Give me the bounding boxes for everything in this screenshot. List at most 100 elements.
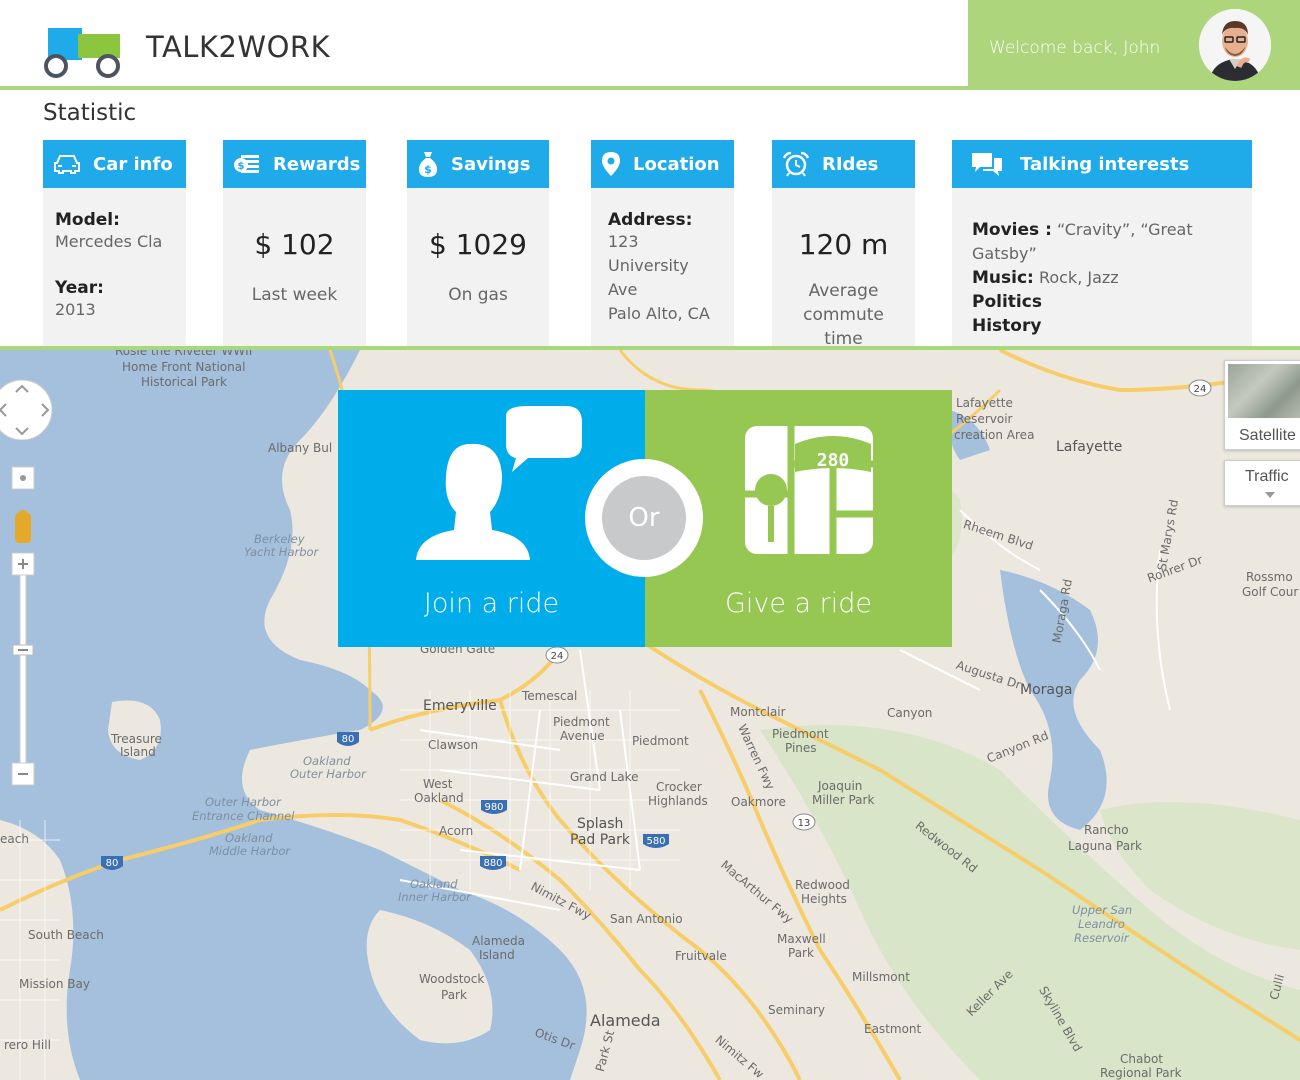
talking-interests-header[interactable]: Talking interests xyxy=(952,140,1252,188)
rides-title: RIdes xyxy=(822,153,879,175)
map-label: creation Area xyxy=(954,428,1035,442)
map-label: Piedmont xyxy=(553,715,610,729)
map-label: Rosie the Riveter WWII xyxy=(115,350,253,358)
or-divider: Or xyxy=(585,459,703,577)
truck-logo-icon[interactable] xyxy=(42,24,124,80)
map-label: Canyon xyxy=(887,706,933,720)
address-line-3: Palo Alto, CA xyxy=(608,304,710,323)
satellite-button[interactable]: Satellite xyxy=(1224,360,1300,450)
rewards-title: Rewards xyxy=(273,153,361,175)
map-label: Outer Harbor xyxy=(205,795,281,809)
map-label: Grand Lake xyxy=(570,770,639,784)
map-label: Montclair xyxy=(730,705,786,719)
map-label: Park xyxy=(788,946,814,960)
map-label: Regional Park xyxy=(1100,1066,1182,1080)
map-label: Oakland xyxy=(225,831,273,845)
model-value: Mercedes Cla xyxy=(55,232,163,251)
join-ride-label: Join a ride xyxy=(423,588,560,619)
talking-interests-title: Talking interests xyxy=(1020,153,1190,175)
zoom-control[interactable] xyxy=(10,465,36,795)
map-label: Clawson xyxy=(428,738,479,752)
movies-label: Movies : xyxy=(972,220,1052,240)
car-info-card: Car info Model: Mercedes Cla Year: 2013 xyxy=(43,140,186,346)
map-label: Alameda xyxy=(590,1011,661,1030)
interest-politics: Politics xyxy=(972,292,1042,312)
rewards-header[interactable]: $ Rewards xyxy=(223,140,366,188)
rides-header[interactable]: RIdes xyxy=(772,140,915,188)
map-pin-icon xyxy=(602,152,620,176)
map-label: Treasure xyxy=(111,732,162,746)
map-label: Pad Park xyxy=(570,832,630,848)
address-line-1: 123 xyxy=(608,232,639,251)
map-label: Millsmont xyxy=(852,970,910,984)
car-info-header[interactable]: Car info xyxy=(43,140,186,188)
app-header: TALK2WORK Welcome back, John xyxy=(0,0,1300,86)
music-value: Rock, Jazz xyxy=(1038,268,1119,287)
map-label: Lafayette xyxy=(956,396,1013,410)
map-label: Lafayette xyxy=(1056,439,1123,455)
car-info-title: Car info xyxy=(93,153,173,175)
avatar[interactable] xyxy=(1199,9,1271,81)
savings-card: $ Savings $ 1029 On gas xyxy=(407,140,549,346)
map-label: Alameda xyxy=(472,934,525,948)
brand-name: TALK2WORK xyxy=(146,30,331,64)
user-panel[interactable]: Welcome back, John xyxy=(968,0,1300,86)
map-label: Entrance Channel xyxy=(192,809,295,823)
map-label: Highlands xyxy=(648,794,708,808)
map-label: Upper San xyxy=(1072,903,1133,917)
location-header[interactable]: Location xyxy=(591,140,734,188)
traffic-button[interactable]: Traffic xyxy=(1224,460,1300,506)
map-label: Fruitvale xyxy=(675,949,727,963)
year-label: Year: xyxy=(55,278,104,298)
money-icon: $ xyxy=(234,155,259,173)
map-label: Outer Harbor xyxy=(290,767,366,781)
map-label: Redwood xyxy=(795,878,850,892)
map-label: Historical Park xyxy=(141,375,227,389)
savings-caption: On gas xyxy=(448,285,508,305)
rewards-card: $ Rewards $ 102 Last week xyxy=(223,140,366,346)
map-label: Yacht Harbor xyxy=(244,545,319,559)
map-label: Eastmont xyxy=(864,1022,922,1036)
map-label: Middle Harbor xyxy=(209,844,291,858)
map-label: Inner Harbor xyxy=(398,890,471,904)
map-label: Crocker xyxy=(656,780,702,794)
savings-header[interactable]: $ Savings xyxy=(407,140,549,188)
map-label: Emeryville xyxy=(423,698,497,714)
location-card: Location Address: 123 University Ave Pal… xyxy=(591,140,734,346)
map-label: Piedmont xyxy=(772,727,829,741)
year-value: 2013 xyxy=(55,300,96,319)
svg-text:$: $ xyxy=(424,163,432,176)
pan-control[interactable] xyxy=(0,378,56,441)
map-label: Temescal xyxy=(522,689,578,703)
map-label: Pines xyxy=(785,741,817,755)
map-label: Heights xyxy=(801,892,847,906)
map-label: Albany Bul xyxy=(268,441,333,455)
rewards-caption: Last week xyxy=(251,285,338,305)
map-label: West xyxy=(423,777,453,791)
map-label: Oakland xyxy=(303,754,351,768)
rides-caption-line-2: commute time xyxy=(803,305,884,349)
give-ride-label: Give a ride xyxy=(724,588,873,619)
map-label: Home Front National xyxy=(122,360,246,374)
map-label: San Antonio xyxy=(610,912,683,926)
map-label: Island xyxy=(479,948,515,962)
map-label: Woodstock xyxy=(419,972,485,986)
map-label: Oakmore xyxy=(731,795,786,809)
map-label: Oakland xyxy=(410,877,458,891)
map-label: Reservoir xyxy=(956,412,1013,426)
header-divider xyxy=(0,86,1300,90)
savings-title: Savings xyxy=(451,153,531,175)
map-label: Chabot xyxy=(1120,1052,1164,1066)
map-label: Laguna Park xyxy=(1068,839,1142,853)
chat-bubbles-icon xyxy=(972,153,1002,176)
map-label: Mission Bay xyxy=(19,977,90,991)
map-label: Avenue xyxy=(560,729,605,743)
address-line-2: University Ave xyxy=(608,256,689,299)
rides-card: RIdes 120 m Average commute time xyxy=(772,140,915,349)
interest-history: History xyxy=(972,316,1042,336)
chevron-down-icon xyxy=(1265,492,1275,498)
map-label: Acorn xyxy=(439,824,474,838)
map-label: Berkeley xyxy=(254,532,305,546)
model-label: Model: xyxy=(55,210,120,230)
address-label: Address: xyxy=(608,210,693,230)
